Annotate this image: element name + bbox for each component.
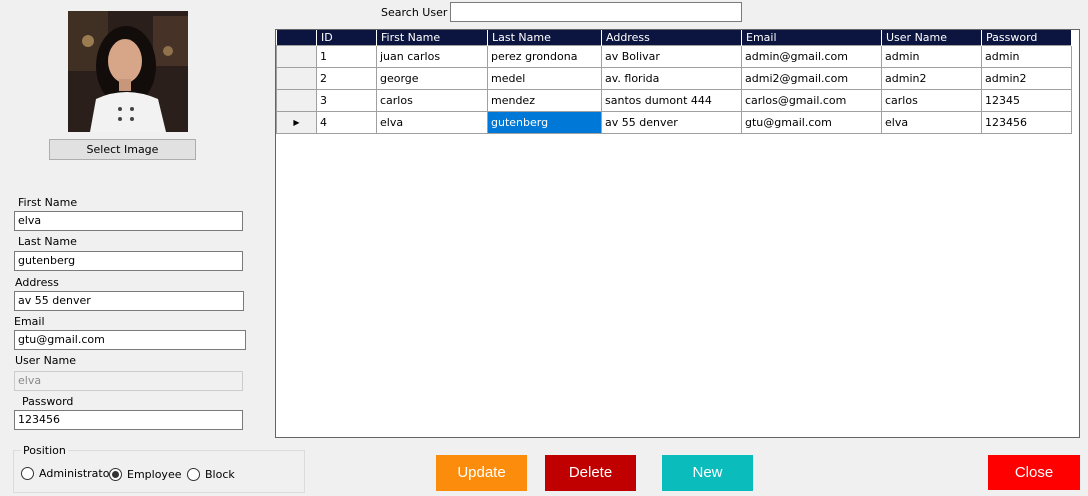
column-header-first-name[interactable]: First Name: [376, 30, 488, 46]
cell-address[interactable]: av 55 denver: [601, 111, 742, 134]
search-user-label: Search User: [381, 6, 448, 19]
cell-id[interactable]: 4: [316, 111, 377, 134]
email-field[interactable]: gtu@gmail.com: [14, 330, 246, 350]
row-header-corner: [276, 30, 317, 46]
table-row-current[interactable]: ▶ 4 elva gutenberg av 55 denver gtu@gmai…: [276, 111, 1072, 134]
cell-password[interactable]: admin: [981, 45, 1072, 68]
cell-address[interactable]: santos dumont 444: [601, 89, 742, 112]
user-name-label: User Name: [15, 354, 77, 367]
column-header-id[interactable]: ID: [316, 30, 377, 46]
cell-user-name[interactable]: admin: [881, 45, 982, 68]
current-row-arrow-icon[interactable]: ▶: [276, 111, 317, 134]
cell-first-name[interactable]: george: [376, 67, 488, 90]
first-name-label: First Name: [18, 196, 78, 209]
column-header-user-name[interactable]: User Name: [881, 30, 982, 46]
users-table: ID First Name Last Name Address Email Us…: [276, 30, 1072, 134]
cell-last-name-selected[interactable]: gutenberg: [487, 111, 602, 134]
delete-button[interactable]: Delete: [545, 455, 636, 491]
first-name-field[interactable]: elva: [14, 211, 243, 231]
cell-user-name[interactable]: carlos: [881, 89, 982, 112]
users-datagrid[interactable]: ID First Name Last Name Address Email Us…: [275, 29, 1080, 438]
cell-first-name[interactable]: juan carlos: [376, 45, 488, 68]
cell-user-name[interactable]: elva: [881, 111, 982, 134]
radio-administrator-circle[interactable]: [21, 467, 34, 480]
email-label: Email: [14, 315, 45, 328]
position-group-title: Position: [21, 444, 68, 457]
cell-id[interactable]: 1: [316, 45, 377, 68]
cell-address[interactable]: av Bolivar: [601, 45, 742, 68]
radio-block[interactable]: Block: [187, 468, 235, 481]
cell-address[interactable]: av. florida: [601, 67, 742, 90]
column-header-last-name[interactable]: Last Name: [487, 30, 602, 46]
row-header[interactable]: [276, 45, 317, 68]
row-header[interactable]: [276, 89, 317, 112]
address-label: Address: [15, 276, 59, 289]
cell-user-name[interactable]: admin2: [881, 67, 982, 90]
radio-block-circle[interactable]: [187, 468, 200, 481]
radio-employee[interactable]: Employee: [109, 468, 181, 481]
column-header-address[interactable]: Address: [601, 30, 742, 46]
search-user-input[interactable]: [450, 2, 742, 22]
radio-employee-label: Employee: [127, 468, 182, 481]
last-name-label: Last Name: [18, 235, 77, 248]
password-field[interactable]: 123456: [14, 410, 243, 430]
close-button[interactable]: Close: [988, 455, 1080, 490]
user-name-field: elva: [14, 371, 243, 391]
address-field[interactable]: av 55 denver: [14, 291, 244, 311]
radio-administrator-label: Administrator: [39, 467, 114, 480]
radio-administrator[interactable]: Administrator: [21, 467, 114, 480]
cell-first-name[interactable]: elva: [376, 111, 488, 134]
cell-email[interactable]: admin@gmail.com: [741, 45, 882, 68]
select-image-button[interactable]: Select Image: [49, 139, 196, 160]
cell-email[interactable]: admi2@gmail.com: [741, 67, 882, 90]
cell-last-name[interactable]: medel: [487, 67, 602, 90]
cell-last-name[interactable]: perez grondona: [487, 45, 602, 68]
column-header-password[interactable]: Password: [981, 30, 1072, 46]
table-row[interactable]: 2 george medel av. florida admi2@gmail.c…: [276, 67, 1072, 90]
cell-password[interactable]: admin2: [981, 67, 1072, 90]
cell-email[interactable]: gtu@gmail.com: [741, 111, 882, 134]
cell-id[interactable]: 2: [316, 67, 377, 90]
radio-block-label: Block: [205, 468, 235, 481]
last-name-field[interactable]: gutenberg: [14, 251, 243, 271]
table-header-row: ID First Name Last Name Address Email Us…: [276, 30, 1072, 46]
radio-employee-circle[interactable]: [109, 468, 122, 481]
cell-id[interactable]: 3: [316, 89, 377, 112]
new-button[interactable]: New: [662, 455, 753, 491]
password-label: Password: [22, 395, 74, 408]
table-row[interactable]: 3 carlos mendez santos dumont 444 carlos…: [276, 89, 1072, 112]
row-header[interactable]: [276, 67, 317, 90]
cell-last-name[interactable]: mendez: [487, 89, 602, 112]
cell-first-name[interactable]: carlos: [376, 89, 488, 112]
table-row[interactable]: 1 juan carlos perez grondona av Bolivar …: [276, 45, 1072, 68]
cell-email[interactable]: carlos@gmail.com: [741, 89, 882, 112]
user-photo: [68, 11, 188, 132]
cell-password[interactable]: 12345: [981, 89, 1072, 112]
update-button[interactable]: Update: [436, 455, 527, 491]
cell-password[interactable]: 123456: [981, 111, 1072, 134]
column-header-email[interactable]: Email: [741, 30, 882, 46]
